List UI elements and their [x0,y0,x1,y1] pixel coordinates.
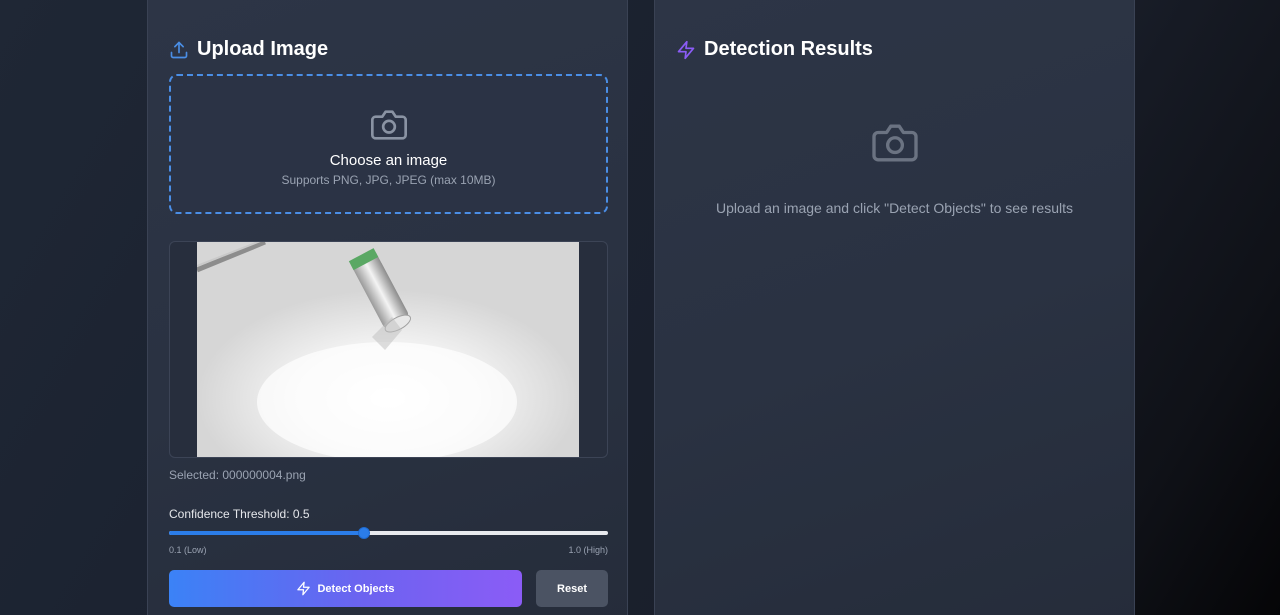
range-high-label: 1.0 (High) [568,545,608,555]
threshold-value: 0.5 [292,507,310,521]
detect-objects-button[interactable]: Detect Objects [169,570,522,607]
results-empty-hint: Upload an image and click "Detect Object… [716,200,1073,216]
image-dropzone[interactable]: Choose an image Supports PNG, JPG, JPEG … [169,74,608,214]
lightning-icon [677,40,695,59]
slider-thumb[interactable] [358,527,371,539]
results-panel-header: Detection Results [676,38,873,61]
upload-panel-header: Upload Image [169,38,328,61]
reset-label: Reset [557,582,587,595]
selected-file-label: Selected: 000000004.png [169,468,306,482]
dropzone-subtitle: Supports PNG, JPG, JPEG (max 10MB) [281,173,496,187]
camera-icon [371,110,407,140]
results-panel: Detection Results Upload an image and cl… [654,0,1135,615]
confidence-threshold-label: Confidence Threshold: 0.5 [169,507,310,521]
upload-icon [170,41,188,58]
preview-image [197,242,579,457]
selected-file-name: 000000004.png [222,468,306,482]
confidence-threshold-slider[interactable] [169,527,608,539]
camera-icon [872,124,918,162]
results-panel-title: Detection Results [704,38,873,60]
range-low-label: 0.1 (Low) [169,545,207,555]
image-preview [169,241,608,458]
upload-panel: Upload Image Choose an image Supports PN… [147,0,628,615]
slider-fill [169,531,365,535]
dropzone-title: Choose an image [329,152,448,169]
reset-button[interactable]: Reset [536,570,608,607]
lightning-icon [297,581,311,596]
upload-panel-title: Upload Image [197,38,329,60]
detect-objects-label: Detect Objects [317,582,395,595]
